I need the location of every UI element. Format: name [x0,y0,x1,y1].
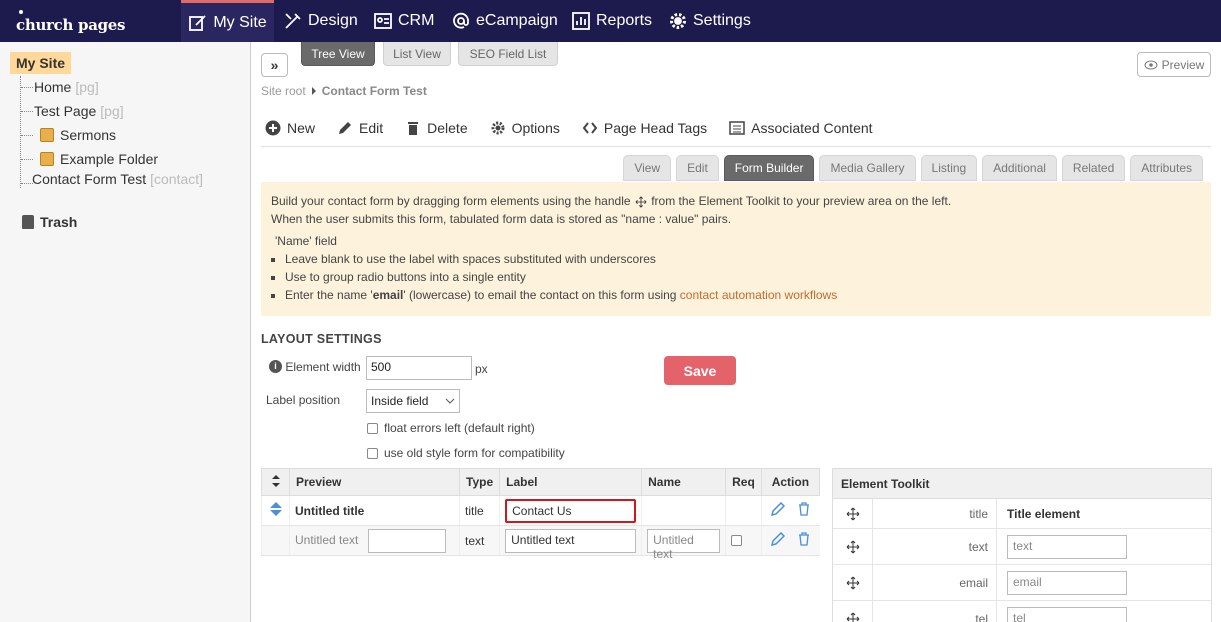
trash-icon[interactable] [798,532,810,546]
label-input[interactable]: Untitled text [505,528,637,553]
design-icon [285,13,301,29]
selected-row-icon [269,502,282,516]
tab-seo-field-list[interactable]: SEO Field List [458,42,558,66]
element-width-input[interactable]: 500 [366,356,472,380]
subtab-listing[interactable]: Listing [920,155,978,181]
breadcrumb: Site root Contact Form Test [261,84,427,98]
double-chevron-right-icon: » [270,57,279,73]
preview-text-input[interactable] [367,528,446,553]
form-elements-table: Preview Type Label Name Req Action Untit… [261,468,821,561]
element-toolkit: Element Toolkit title Title element text… [832,468,1212,622]
old-style-checkbox[interactable]: use old style form for compatibility [367,446,565,460]
top-nav: church pages My Site Design CRM eCampaig… [0,0,1221,42]
caret-right-icon [311,87,316,95]
gear-icon [670,13,686,29]
trash-icon [408,122,419,135]
move-handle-icon[interactable] [846,612,860,622]
chart-icon [572,12,590,30]
new-button[interactable]: New [265,120,315,136]
pencil-icon[interactable] [770,531,786,547]
at-icon [453,12,469,29]
element-width-label: i Element width [269,360,361,374]
tree-item-example-folder[interactable]: Example Folder [40,151,158,167]
tree-item-contact-form-test[interactable]: Contact Form Test [contact] [32,171,203,187]
label-position-label: Label position [266,393,341,407]
nav-my-site[interactable]: My Site [181,0,274,42]
move-handle-icon[interactable] [846,507,860,521]
subtab-attributes[interactable]: Attributes [1130,155,1203,181]
plus-circle-icon [265,120,281,136]
label-position-select[interactable]: Inside field [366,389,460,413]
trash-can-icon [22,215,34,229]
move-handle-icon[interactable] [846,576,860,590]
save-button[interactable]: Save [664,356,736,385]
options-button[interactable]: Options [490,120,560,136]
subtab-media-gallery[interactable]: Media Gallery [819,155,916,181]
subtab-additional[interactable]: Additional [982,155,1057,181]
name-input[interactable]: Untitled text [647,528,721,561]
folder-icon [40,128,54,142]
pencil-icon[interactable] [770,501,786,517]
associated-content-button[interactable]: Associated Content [729,120,873,136]
tree-root-my-site[interactable]: My Site [10,52,72,74]
contact-automation-workflows-link[interactable]: contact automation workflows [680,288,837,302]
expand-sidebar-button[interactable]: » [261,53,288,77]
tree-item-test-page[interactable]: Test Page [pg] [34,103,124,119]
sort-icon [271,474,280,487]
subtab-form-builder[interactable]: Form Builder [723,155,815,181]
move-handle-icon[interactable] [846,540,860,554]
delete-button[interactable]: Delete [405,120,468,136]
tab-tree-view[interactable]: Tree View [301,42,375,66]
tree-item-trash[interactable]: Trash [22,214,77,230]
subtab-view[interactable]: View [623,155,672,181]
move-handle-icon [635,196,647,208]
toolkit-item: title Title element [833,499,1211,529]
nav-ecampaign[interactable]: eCampaign [451,0,558,42]
church-pages-logo[interactable]: church pages [16,10,126,34]
eye-icon [1144,60,1158,69]
tree-item-sermons[interactable]: Sermons [40,127,116,143]
subtab-edit[interactable]: Edit [676,155,719,181]
edit-button[interactable]: Edit [337,120,383,136]
list-icon [729,121,745,135]
table-row: Untitled title title Contact Us [261,495,820,526]
label-input[interactable]: Contact Us [505,498,637,523]
site-tree-sidebar: My Site Home [pg] Test Page [pg] Sermons E… [0,42,251,622]
edit-icon [189,14,206,31]
pencil-icon [339,122,352,134]
toolkit-item: tel tel [833,601,1211,622]
nav-reports[interactable]: Reports [571,0,652,42]
subtab-related[interactable]: Related [1061,155,1126,181]
float-errors-checkbox[interactable]: float errors left (default right) [367,421,535,435]
table-row: Untitled text text Untitled text Untitle… [261,525,820,561]
breadcrumb-site-root[interactable]: Site root [261,84,306,98]
tab-list-view[interactable]: List View [383,42,451,66]
chevron-down-icon [445,398,455,404]
toolkit-text-input[interactable]: text [1007,534,1127,559]
nav-design[interactable]: Design [283,0,358,42]
nav-crm[interactable]: CRM [373,0,434,42]
tree-item-home[interactable]: Home [pg] [34,79,99,95]
gear-icon [491,121,505,135]
code-brackets-icon [582,122,598,134]
folder-icon [40,152,54,166]
trash-icon[interactable] [798,502,810,516]
sort-header[interactable] [261,468,290,496]
toolkit-item: text text [833,529,1211,565]
nav-settings[interactable]: Settings [668,0,751,42]
form-builder-help: Build your contact form by dragging form… [261,182,1211,316]
toolkit-tel-input[interactable]: tel [1007,606,1127,622]
page-head-tags-button[interactable]: Page Head Tags [582,120,707,136]
main-content: » Tree View List View SEO Field List Pre… [251,42,1221,622]
content-subtabs: View Edit Form Builder Media Gallery Lis… [623,155,1203,181]
toolkit-item: email email [833,565,1211,601]
info-icon[interactable]: i [269,360,282,373]
page-toolbar: New Edit Delete Options Page Head Tags A… [265,120,873,136]
layout-settings-title: LAYOUT SETTINGS [261,332,382,346]
toolkit-email-input[interactable]: email [1007,570,1127,595]
preview-button[interactable]: Preview [1137,52,1211,77]
required-checkbox[interactable] [731,535,756,546]
breadcrumb-current: Contact Form Test [321,84,427,98]
contacts-icon [374,13,392,29]
